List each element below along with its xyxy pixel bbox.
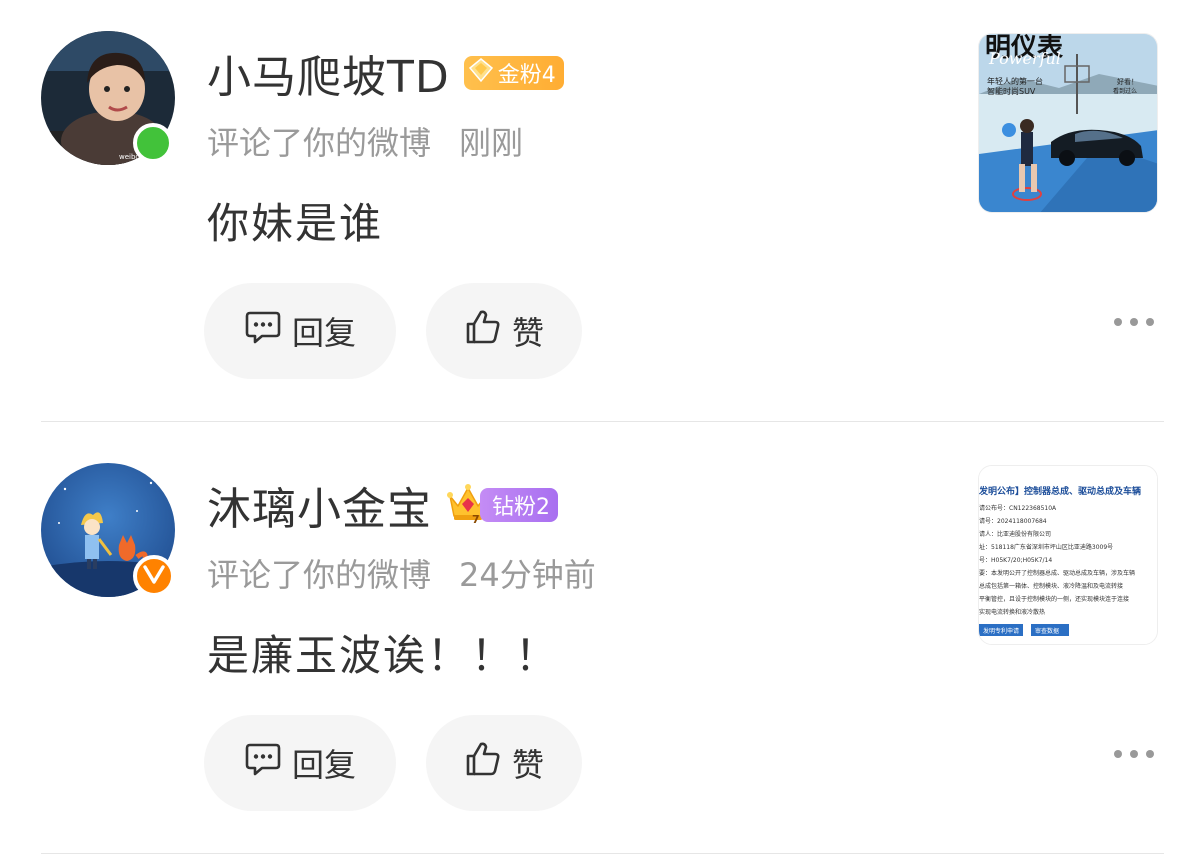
- reply-button[interactable]: 回复: [204, 715, 396, 811]
- more-dot: [1130, 318, 1138, 326]
- thumb-side2: 看到过么: [1113, 87, 1137, 95]
- fan-badge-label: 金粉4: [497, 63, 556, 88]
- diamond-icon: [468, 57, 494, 89]
- action-text: 评论了你的微博: [207, 124, 432, 162]
- thumb-line2: 智能时尚SUV: [987, 86, 1036, 96]
- doc-button: 审查数据: [1035, 627, 1059, 635]
- more-options-button[interactable]: [1114, 750, 1154, 758]
- doc-line: 址：518118广东省深圳市坪山区比亚迪路3009号: [979, 543, 1113, 551]
- fan-badge[interactable]: 7 钻粉2: [446, 482, 558, 528]
- reply-label: 回复: [291, 746, 356, 784]
- thumb-line1: 年轻人的第一台: [987, 76, 1043, 86]
- more-dot: [1114, 750, 1122, 758]
- doc-line: 请人：比亚迪股份有限公司: [979, 530, 1051, 538]
- comment-text: 你妹是谁: [207, 199, 384, 248]
- timestamp: 刚刚: [459, 124, 524, 162]
- reply-label: 回复: [291, 314, 356, 352]
- post-thumbnail[interactable]: 明仪表 Powerful 年轻人的第一台 智能时尚SUV 好看！ 看到过么: [978, 33, 1158, 213]
- divider: [41, 421, 1164, 422]
- comment-item: weibo.com 小马爬坡TD 金粉4 评论了你的微博刚刚 你妹是谁: [0, 0, 1200, 420]
- thumb-script: Powerful: [988, 49, 1061, 68]
- comment-meta: 评论了你的微博 刚刚: [207, 118, 523, 164]
- verified-icon: [143, 564, 165, 588]
- action-text: 评论了你的微博: [207, 556, 432, 594]
- more-dot: [1146, 750, 1154, 758]
- more-dot: [1114, 318, 1122, 326]
- thumb-side1: 好看！: [1117, 77, 1138, 86]
- timestamp: 24分钟前: [459, 556, 596, 594]
- comment-text: 是廉玉波诶！！！: [207, 631, 560, 680]
- more-dot: [1146, 318, 1154, 326]
- post-thumbnail[interactable]: 发明公布】控制器总成、驱动总成及车辆 请公布号：CN122368510A 请号：…: [978, 465, 1158, 645]
- thumbs-up-icon: [464, 740, 512, 786]
- more-dot: [1130, 750, 1138, 758]
- doc-line: 总成包括第一箱体、控制模块、液冷降温和及电流转接: [979, 582, 1123, 590]
- like-button[interactable]: 赞: [426, 715, 582, 811]
- thumbs-up-icon: [464, 308, 512, 354]
- crown-level: 7: [472, 513, 480, 524]
- like-label: 赞: [511, 314, 544, 352]
- like-label: 赞: [511, 746, 544, 784]
- doc-line: 号：H05K7/20;H05K7/14: [979, 557, 1052, 564]
- doc-line: 要：本发明公开了控制器总成、驱动总成及车辆，涉及车辆: [979, 569, 1135, 577]
- divider: [41, 853, 1164, 854]
- comment-meta: 评论了你的微博 24分钟前: [207, 550, 596, 596]
- username[interactable]: 沐璃小金宝: [207, 473, 432, 537]
- comment-item: 沐璃小金宝 7 钻粉2 评论了你的微博 24分钟前 是廉玉波诶！！！ 回复 赞 …: [0, 432, 1200, 852]
- fan-badge-label: 钻粉2: [492, 495, 550, 520]
- comment-icon: [244, 309, 292, 353]
- doc-line: 实现电流转换和液冷散热: [979, 608, 1045, 616]
- username[interactable]: 小马爬坡TD: [207, 41, 450, 105]
- fan-badge-pill: 钻粉2: [480, 488, 558, 522]
- doc-line: 请号：2024118007684: [979, 517, 1047, 525]
- doc-title: 发明公布】控制器总成、驱动总成及车辆: [979, 485, 1141, 497]
- doc-line: 平衡管控，且设于控制模块的一侧，还实现模块连于连接: [979, 595, 1129, 603]
- fan-badge[interactable]: 金粉4: [463, 56, 564, 90]
- online-status-dot: [133, 123, 173, 163]
- more-options-button[interactable]: [1114, 318, 1154, 326]
- verified-badge: [133, 555, 175, 597]
- doc-button: 发明专利申请: [983, 627, 1019, 635]
- doc-line: 请公布号：CN122368510A: [979, 504, 1057, 512]
- like-button[interactable]: 赞: [426, 283, 582, 379]
- comment-icon: [244, 741, 292, 785]
- reply-button[interactable]: 回复: [204, 283, 396, 379]
